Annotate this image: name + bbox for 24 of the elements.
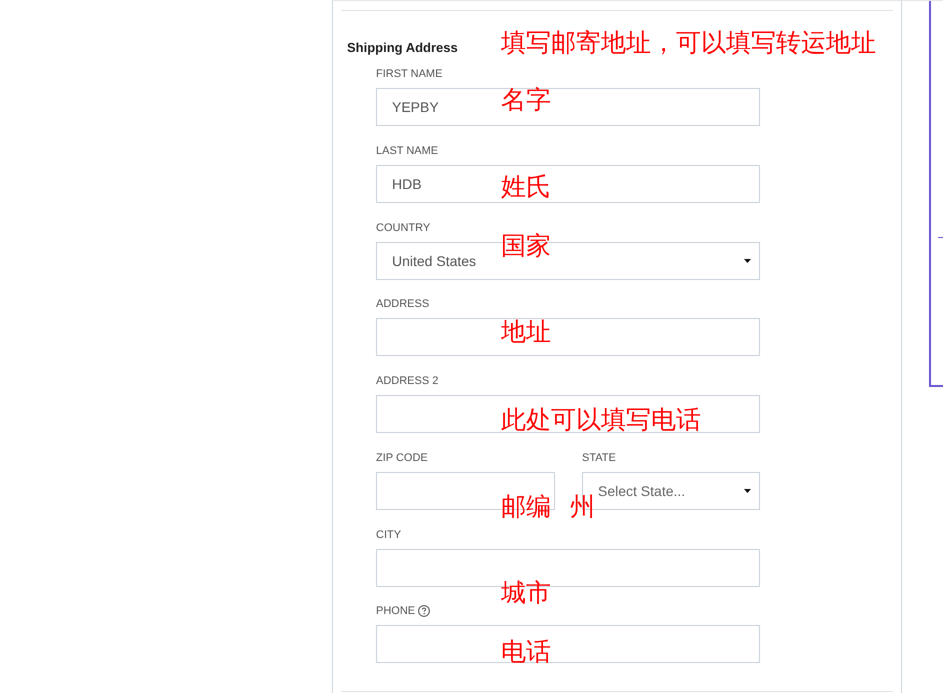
caret-icon [744,258,751,262]
field-label: ADDRESS [376,297,430,312]
field-label: ZIP CODE [376,450,428,465]
field-label: ADDRESS 2 [376,374,438,388]
address-2-field[interactable] [376,395,760,433]
annotation-text: 填写邮寄地址，可以填写转运地址 [501,31,876,57]
field-label: FIRST NAME [376,67,442,81]
field-label: COUNTRY [376,220,430,234]
annotation-text: 名字 [501,88,551,114]
annotation-text: 电话 [501,640,551,666]
address-field[interactable] [376,318,760,356]
annotation-text: 此处可以填写电话 [501,408,701,434]
phone-field[interactable] [376,625,760,664]
help-icon[interactable] [418,605,430,618]
section-title: Shipping Address [347,40,458,55]
field-label: CITY [376,528,402,542]
annotation-text: 邮编 [501,494,551,521]
caret-icon [744,488,751,493]
annotation-text: 地址 [501,320,551,346]
field-label: STATE [582,450,616,465]
field-label: LAST NAME [376,144,438,158]
annotation-text: 姓氏 [501,174,551,201]
field-label: PHONE [376,604,416,618]
annotation-text: 城市 [501,581,551,607]
